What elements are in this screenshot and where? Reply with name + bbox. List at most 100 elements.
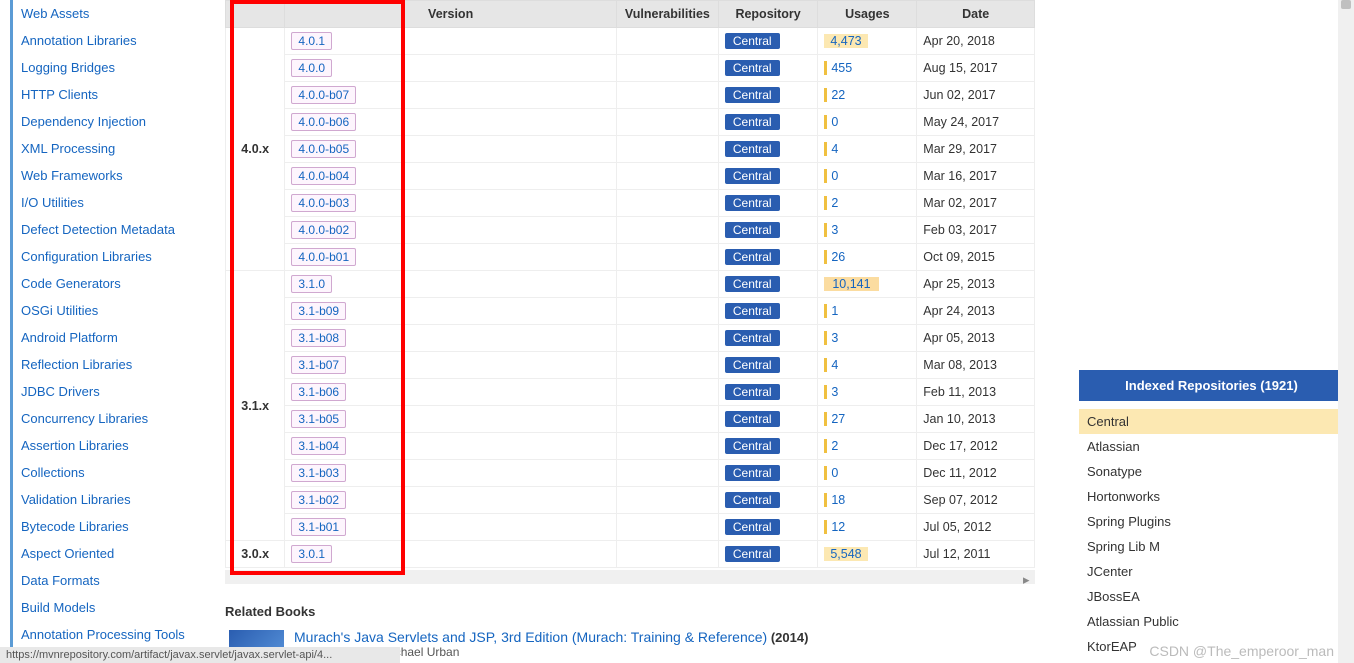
sidebar-item[interactable]: Reflection Libraries — [10, 351, 215, 378]
repo-badge[interactable]: Central — [725, 168, 780, 184]
repo-badge[interactable]: Central — [725, 276, 780, 292]
version-link[interactable]: 4.0.0-b07 — [291, 86, 356, 104]
sidebar-item[interactable]: HTTP Clients — [10, 81, 215, 108]
repo-badge[interactable]: Central — [725, 87, 780, 103]
repo-badge[interactable]: Central — [725, 195, 780, 211]
repo-badge[interactable]: Central — [725, 60, 780, 76]
version-link[interactable]: 4.0.0-b01 — [291, 248, 356, 266]
indexed-repo-item[interactable]: JCenter — [1079, 559, 1344, 584]
version-link[interactable]: 3.1-b02 — [291, 491, 346, 509]
version-link[interactable]: 3.1-b06 — [291, 383, 346, 401]
usage-link[interactable]: 1 — [824, 304, 842, 318]
indexed-repo-item[interactable]: Spring Plugins — [1079, 509, 1344, 534]
version-link[interactable]: 4.0.0 — [291, 59, 332, 77]
version-link[interactable]: 3.1-b05 — [291, 410, 346, 428]
sidebar-item[interactable]: OSGi Utilities — [10, 297, 215, 324]
usage-link[interactable]: 2 — [824, 196, 842, 210]
usage-link[interactable]: 27 — [824, 412, 849, 426]
vertical-scrollbar[interactable] — [1338, 0, 1354, 663]
sidebar-item[interactable]: Data Formats — [10, 567, 215, 594]
indexed-repo-item[interactable]: Sonatype — [1079, 459, 1344, 484]
usage-link[interactable]: 455 — [824, 61, 856, 75]
sidebar-item[interactable]: Logging Bridges — [10, 54, 215, 81]
repo-badge[interactable]: Central — [725, 330, 780, 346]
version-link[interactable]: 3.1.0 — [291, 275, 332, 293]
sidebar-item[interactable]: Android Platform — [10, 324, 215, 351]
col-usages[interactable]: Usages — [818, 1, 917, 28]
repo-badge[interactable]: Central — [725, 222, 780, 238]
repo-badge[interactable]: Central — [725, 384, 780, 400]
usage-link[interactable]: 2 — [824, 439, 842, 453]
version-link[interactable]: 3.1-b04 — [291, 437, 346, 455]
sidebar-item[interactable]: I/O Utilities — [10, 189, 215, 216]
sidebar-item[interactable]: JDBC Drivers — [10, 378, 215, 405]
usage-link[interactable]: 3 — [824, 223, 842, 237]
col-vulnerabilities[interactable]: Vulnerabilities — [616, 1, 718, 28]
book-title[interactable]: Murach's Java Servlets and JSP, 3rd Edit… — [294, 629, 767, 645]
version-link[interactable]: 4.0.0-b04 — [291, 167, 356, 185]
usage-link[interactable]: 10,141 — [824, 277, 878, 291]
col-date[interactable]: Date — [917, 1, 1035, 28]
repo-badge[interactable]: Central — [725, 141, 780, 157]
sidebar-item[interactable]: XML Processing — [10, 135, 215, 162]
version-link[interactable]: 4.0.1 — [291, 32, 332, 50]
sidebar-item[interactable]: Build Models — [10, 594, 215, 621]
version-link[interactable]: 4.0.0-b02 — [291, 221, 356, 239]
usage-link[interactable]: 0 — [824, 169, 842, 183]
sidebar-item[interactable]: Code Generators — [10, 270, 215, 297]
usage-link[interactable]: 18 — [824, 493, 849, 507]
usage-link[interactable]: 22 — [824, 88, 849, 102]
sidebar-item[interactable]: Web Assets — [10, 0, 215, 27]
sidebar-item[interactable]: Annotation Processing Tools — [10, 621, 215, 648]
version-link[interactable]: 4.0.0-b03 — [291, 194, 356, 212]
repo-badge[interactable]: Central — [725, 546, 780, 562]
indexed-repo-item[interactable]: Central — [1079, 409, 1344, 434]
version-link[interactable]: 4.0.0-b05 — [291, 140, 356, 158]
usage-link[interactable]: 12 — [824, 520, 849, 534]
version-link[interactable]: 3.1-b03 — [291, 464, 346, 482]
repo-badge[interactable]: Central — [725, 114, 780, 130]
version-link[interactable]: 3.1-b09 — [291, 302, 346, 320]
sidebar-item[interactable]: Defect Detection Metadata — [10, 216, 215, 243]
usage-link[interactable]: 3 — [824, 331, 842, 345]
usage-link[interactable]: 4 — [824, 358, 842, 372]
sidebar-item[interactable]: Collections — [10, 459, 215, 486]
repo-badge[interactable]: Central — [725, 519, 780, 535]
version-link[interactable]: 3.0.1 — [291, 545, 332, 563]
repo-badge[interactable]: Central — [725, 357, 780, 373]
sidebar-item[interactable]: Annotation Libraries — [10, 27, 215, 54]
sidebar-item[interactable]: Aspect Oriented — [10, 540, 215, 567]
col-repository[interactable]: Repository — [718, 1, 817, 28]
usage-link[interactable]: 4 — [824, 142, 842, 156]
usage-link[interactable]: 3 — [824, 385, 842, 399]
version-link[interactable]: 3.1-b07 — [291, 356, 346, 374]
col-version[interactable]: Version — [285, 1, 616, 28]
indexed-repo-item[interactable]: Atlassian Public — [1079, 609, 1344, 634]
repo-badge[interactable]: Central — [725, 303, 780, 319]
indexed-repo-item[interactable]: Hortonworks — [1079, 484, 1344, 509]
repo-badge[interactable]: Central — [725, 465, 780, 481]
repo-badge[interactable]: Central — [725, 492, 780, 508]
sidebar-item[interactable]: Validation Libraries — [10, 486, 215, 513]
repo-badge[interactable]: Central — [725, 411, 780, 427]
version-link[interactable]: 4.0.0-b06 — [291, 113, 356, 131]
horizontal-scrollbar[interactable]: ▸ — [225, 570, 1035, 584]
version-link[interactable]: 3.1-b01 — [291, 518, 346, 536]
repo-badge[interactable]: Central — [725, 249, 780, 265]
sidebar-item[interactable]: Web Frameworks — [10, 162, 215, 189]
repo-badge[interactable]: Central — [725, 33, 780, 49]
sidebar-item[interactable]: Assertion Libraries — [10, 432, 215, 459]
usage-link[interactable]: 0 — [824, 115, 842, 129]
version-link[interactable]: 3.1-b08 — [291, 329, 346, 347]
indexed-repo-item[interactable]: Spring Lib M — [1079, 534, 1344, 559]
usage-link[interactable]: 0 — [824, 466, 842, 480]
usage-link[interactable]: 5,548 — [824, 547, 867, 561]
repo-badge[interactable]: Central — [725, 438, 780, 454]
usage-link[interactable]: 26 — [824, 250, 849, 264]
sidebar-item[interactable]: Configuration Libraries — [10, 243, 215, 270]
sidebar-item[interactable]: Bytecode Libraries — [10, 513, 215, 540]
usage-link[interactable]: 4,473 — [824, 34, 867, 48]
sidebar-item[interactable]: Dependency Injection — [10, 108, 215, 135]
indexed-repo-item[interactable]: Atlassian — [1079, 434, 1344, 459]
sidebar-item[interactable]: Concurrency Libraries — [10, 405, 215, 432]
